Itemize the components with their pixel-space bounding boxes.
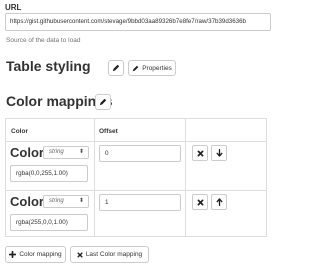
- edit-table-styling-button[interactable]: [108, 60, 124, 76]
- row-1-offset-input[interactable]: 0: [99, 145, 181, 162]
- pencil-icon: [99, 98, 107, 106]
- row-1-type-select[interactable]: string ⬍: [43, 146, 89, 159]
- last-color-mapping-button[interactable]: Last Color mapping: [70, 246, 149, 263]
- color-mappings-table: Color Offset Color string ⬍ rgba(0,0,255…: [5, 118, 267, 237]
- table-styling-title: Table styling: [6, 58, 91, 74]
- row-2-remove-button[interactable]: [192, 194, 208, 210]
- select-caret-icon: ⬍: [78, 149, 84, 155]
- close-icon: [77, 251, 83, 258]
- select-caret-icon: ⬍: [78, 198, 84, 204]
- url-label: URL: [5, 3, 22, 12]
- row-1-remove-button[interactable]: [192, 145, 208, 161]
- url-help-text: Source of the data to load: [6, 37, 81, 44]
- row-2-type-value: string: [49, 198, 64, 204]
- edit-color-mappings-button[interactable]: [95, 94, 111, 110]
- row-2-offset-input[interactable]: 1: [99, 194, 181, 211]
- row-1-move-down-button[interactable]: [211, 145, 227, 161]
- close-icon: [197, 150, 203, 156]
- close-icon: [197, 199, 203, 205]
- pencil-icon: [112, 64, 120, 72]
- row-2-field-label: Color: [10, 194, 44, 209]
- row-2-move-up-button[interactable]: [211, 194, 227, 210]
- properties-button-label: Properties: [142, 64, 172, 72]
- add-color-mapping-label: Color mapping: [19, 251, 62, 258]
- properties-button[interactable]: Properties: [128, 60, 176, 76]
- pencil-icon: [132, 65, 139, 71]
- row-1-field-label: Color: [10, 145, 44, 160]
- url-input[interactable]: https://gist.githubusercontent.com/steva…: [5, 13, 271, 31]
- row-1-color-input[interactable]: rgba(0,0,255,1.00): [10, 165, 88, 182]
- row-1-type-value: string: [49, 149, 64, 155]
- row-2-color-input[interactable]: rgba(255,0,0,1.00): [10, 214, 88, 231]
- row-2-type-select[interactable]: string ⬍: [43, 195, 89, 208]
- column-header-color: Color: [11, 128, 28, 135]
- arrow-up-icon: [216, 198, 222, 206]
- add-color-mapping-button[interactable]: Color mapping: [5, 246, 66, 263]
- column-header-offset: Offset: [99, 128, 118, 135]
- arrow-down-icon: [216, 149, 222, 157]
- last-color-mapping-label: Last Color mapping: [85, 251, 143, 258]
- plus-icon: [9, 251, 17, 258]
